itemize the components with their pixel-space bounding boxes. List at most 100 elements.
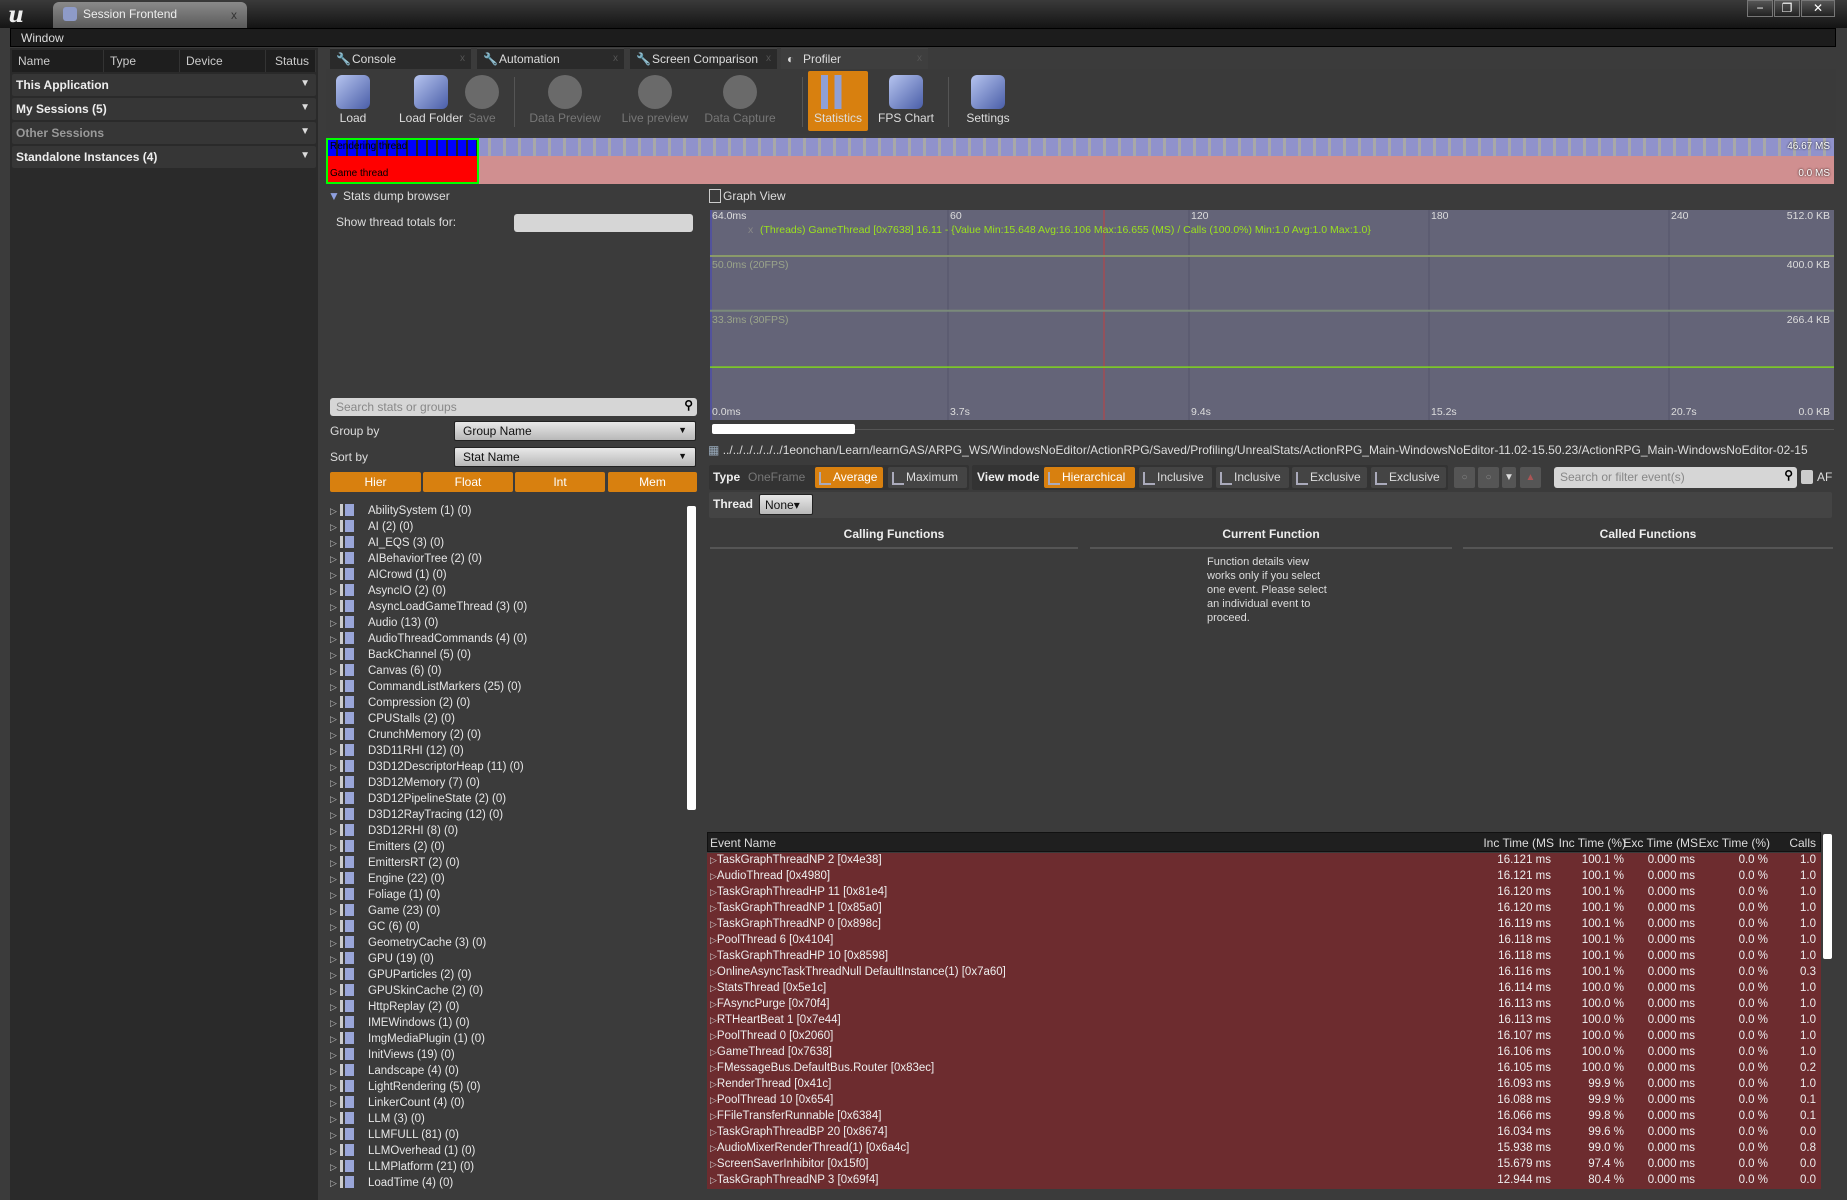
culling-icon[interactable]: ▲: [1520, 467, 1541, 488]
expand-arrow-icon[interactable]: ▷: [330, 682, 340, 693]
search-stats-input[interactable]: Search stats or groups ⚲: [330, 398, 697, 416]
expand-arrow-icon[interactable]: ▷: [330, 794, 340, 805]
menu-window[interactable]: Window: [21, 31, 64, 45]
event-row[interactable]: FMessageBus.DefaultBus.Router [0x83ec] 16…: [707, 1061, 1821, 1077]
event-row[interactable]: TaskGraphThreadNP 1 [0x85a0] 16.120 ms 100…: [707, 901, 1821, 917]
float-button[interactable]: Float: [423, 472, 513, 492]
event-row[interactable]: AudioThread [0x4980] 16.121 ms 100.1 % 0.00…: [707, 869, 1821, 885]
close-tab-icon[interactable]: x: [231, 8, 237, 22]
view-exclusive-2-button[interactable]: Exclusive: [1371, 467, 1446, 488]
expand-arrow-icon[interactable]: ▷: [330, 714, 340, 725]
expand-arrow-icon[interactable]: ▷: [330, 1098, 340, 1109]
dropdown-icon[interactable]: ▼: [300, 126, 310, 137]
expand-arrow-icon[interactable]: ▷: [330, 1066, 340, 1077]
stat-group-item[interactable]: ▷ AIBehaviorTree (2) (0): [330, 552, 482, 568]
event-row[interactable]: PoolThread 6 [0x4104] 16.118 ms 100.1 % 0.0…: [707, 933, 1821, 949]
event-table-scrollbar[interactable]: [1823, 834, 1832, 959]
expand-icon[interactable]: ○: [1454, 467, 1475, 488]
thread-totals-input[interactable]: [514, 214, 693, 232]
stat-group-item[interactable]: ▷ Compression (2) (0): [330, 696, 470, 712]
expand-arrow-icon[interactable]: ▷: [330, 986, 340, 997]
stat-group-item[interactable]: ▷ Foliage (1) (0): [330, 888, 440, 904]
af-checkbox[interactable]: [1801, 470, 1813, 484]
col-event-name[interactable]: Event Name: [710, 836, 776, 850]
event-search-input[interactable]: Search or filter event(s) ⚲: [1554, 467, 1797, 488]
stat-group-item[interactable]: ▷ ImgMediaPlugin (1) (0): [330, 1032, 485, 1048]
dropdown-icon[interactable]: ▼: [300, 150, 310, 161]
fps-chart-button[interactable]: FPS Chart: [876, 71, 936, 131]
stat-group-item[interactable]: ▷ AICrowd (1) (0): [330, 568, 447, 584]
event-row[interactable]: RenderThread [0x41c] 16.093 ms 99.9 % 0.000…: [707, 1077, 1821, 1093]
restore-button[interactable]: ❐: [1774, 0, 1800, 17]
dropdown-icon[interactable]: ▼: [300, 78, 310, 89]
event-row[interactable]: TaskGraphThreadBP 20 [0x8674] 16.034 ms 99…: [707, 1125, 1821, 1141]
stat-group-item[interactable]: ▷ Emitters (2) (0): [330, 840, 445, 856]
expand-arrow-icon[interactable]: ▷: [330, 1018, 340, 1029]
stat-group-item[interactable]: ▷ D3D12RHI (8) (0): [330, 824, 458, 840]
group-by-dropdown[interactable]: Group Name ▼: [454, 421, 696, 441]
stat-group-item[interactable]: ▷ AsyncIO (2) (0): [330, 584, 446, 600]
hier-button[interactable]: Hier: [330, 472, 421, 492]
stat-group-item[interactable]: ▷ AbilitySystem (1) (0): [330, 504, 472, 520]
col-name[interactable]: Name: [12, 50, 104, 72]
save-button[interactable]: Save: [462, 71, 502, 131]
expand-arrow-icon[interactable]: ▷: [330, 1002, 340, 1013]
event-row[interactable]: RTHeartBeat 1 [0x7e44] 16.113 ms 100.0 % 0.…: [707, 1013, 1821, 1029]
stat-group-item[interactable]: ▷ D3D11RHI (12) (0): [330, 744, 464, 760]
expand-arrow-icon[interactable]: ▷: [330, 666, 340, 677]
mem-button[interactable]: Mem: [608, 472, 697, 492]
close-tab-icon[interactable]: x: [766, 53, 771, 64]
expand-arrow-icon[interactable]: ▷: [330, 1050, 340, 1061]
load-button[interactable]: Load: [334, 71, 372, 131]
settings-button[interactable]: Settings: [956, 71, 1020, 131]
event-row[interactable]: ScreenSaverInhibitor [0x15f0] 15.679 ms 97…: [707, 1157, 1821, 1173]
type-maximum-button[interactable]: Maximum: [888, 467, 967, 488]
expand-arrow-icon[interactable]: ▷: [330, 938, 340, 949]
live-preview-button[interactable]: Live preview: [616, 71, 694, 131]
stat-group-item[interactable]: ▷ EmittersRT (2) (0): [330, 856, 460, 872]
stat-group-item[interactable]: ▷ AI (2) (0): [330, 520, 413, 536]
stat-group-item[interactable]: ▷ GPUParticles (2) (0): [330, 968, 472, 984]
statistics-button[interactable]: Statistics: [808, 71, 868, 131]
search-icon[interactable]: ⚲: [684, 398, 693, 412]
close-window-button[interactable]: ✕: [1801, 0, 1835, 17]
expand-arrow-icon[interactable]: ▷: [330, 570, 340, 581]
expand-arrow-icon[interactable]: ▷: [330, 810, 340, 821]
expand-arrow-icon[interactable]: ▷: [330, 602, 340, 613]
expand-arrow-icon[interactable]: ▷: [330, 954, 340, 965]
stat-group-item[interactable]: ▷ LLMPlatform (21) (0): [330, 1160, 474, 1176]
event-row[interactable]: TaskGraphThreadNP 2 [0x4e38] 16.121 ms 100…: [707, 853, 1821, 869]
session-group[interactable]: Other Sessions ▼: [12, 122, 316, 144]
event-row[interactable]: OnlineAsyncTaskThreadNull DefaultInstanc…: [707, 965, 1821, 981]
thread-dropdown[interactable]: None▾: [759, 494, 813, 515]
expand-arrow-icon[interactable]: ▷: [330, 522, 340, 533]
tab-screen-comparison[interactable]: 🔧 Screen Comparison x: [630, 48, 777, 69]
expand-arrow-icon[interactable]: ▷: [330, 922, 340, 933]
event-row[interactable]: TaskGraphThreadNP 3 [0x69f4] 12.944 ms 80.…: [707, 1173, 1821, 1189]
int-button[interactable]: Int: [515, 472, 605, 492]
stat-group-item[interactable]: ▷ GeometryCache (3) (0): [330, 936, 486, 952]
col-type[interactable]: Type: [104, 50, 180, 72]
view-exclusive-button[interactable]: Exclusive: [1292, 467, 1367, 488]
view-inclusive-button[interactable]: Inclusive: [1139, 467, 1212, 488]
close-tab-icon[interactable]: x: [460, 53, 465, 64]
minimize-button[interactable]: −: [1747, 0, 1773, 17]
view-inclusive-2-button[interactable]: Inclusive: [1216, 467, 1289, 488]
event-row[interactable]: TaskGraphThreadNP 0 [0x898c] 16.119 ms 100…: [707, 917, 1821, 933]
expand-arrow-icon[interactable]: ▷: [330, 778, 340, 789]
stat-group-item[interactable]: ▷ IMEWindows (1) (0): [330, 1016, 470, 1032]
collapse-icon[interactable]: ○: [1478, 467, 1499, 488]
event-row[interactable]: PoolThread 0 [0x2060] 16.107 ms 100.0 % 0.0…: [707, 1029, 1821, 1045]
event-row[interactable]: GameThread [0x7638] 16.106 ms 100.0 % 0.000…: [707, 1045, 1821, 1061]
expand-arrow-icon[interactable]: ▷: [330, 1178, 340, 1189]
stat-group-item[interactable]: ▷ AsyncLoadGameThread (3) (0): [330, 600, 527, 616]
expand-arrow-icon[interactable]: ▷: [330, 1034, 340, 1045]
load-folder-button[interactable]: Load Folder: [396, 71, 466, 131]
tab-console[interactable]: 🔧 Console x: [330, 48, 471, 69]
data-preview-button[interactable]: Data Preview: [522, 71, 608, 131]
stats-list-scrollbar[interactable]: [687, 506, 696, 810]
stat-group-item[interactable]: ▷ HttpReplay (2) (0): [330, 1000, 459, 1016]
stat-group-item[interactable]: ▷ GC (6) (0): [330, 920, 420, 936]
stat-group-item[interactable]: ▷ LoadTime (4) (0): [330, 1176, 453, 1192]
stat-group-item[interactable]: ▷ Audio (13) (0): [330, 616, 438, 632]
